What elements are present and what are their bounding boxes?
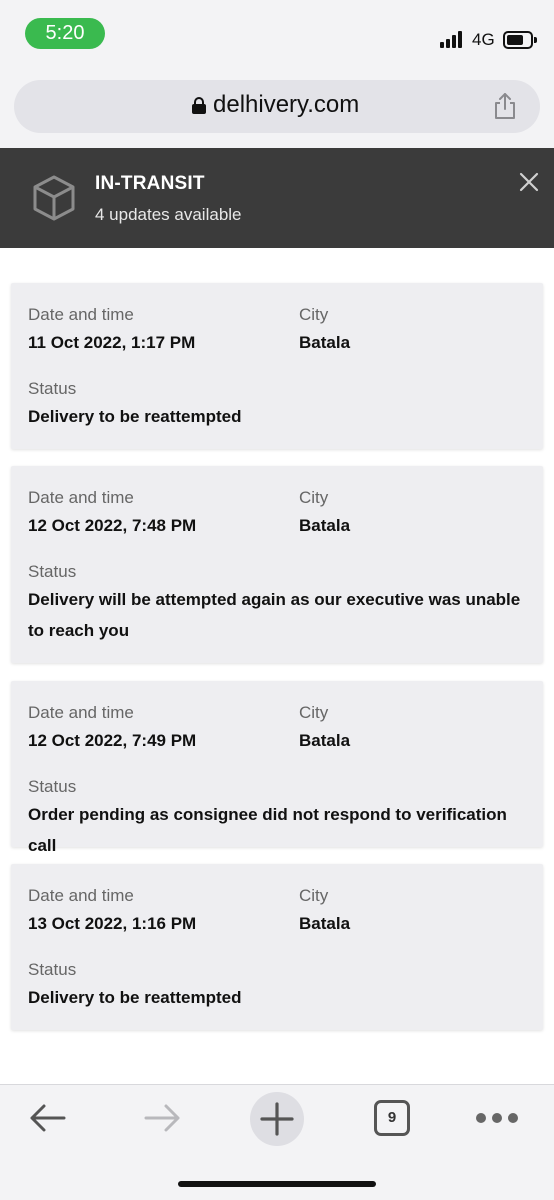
new-tab-button[interactable] (250, 1092, 304, 1146)
share-icon[interactable] (492, 92, 518, 120)
city-value: Batala (299, 914, 351, 933)
city-label: City (299, 703, 329, 722)
city-label: City (299, 488, 329, 507)
date-time-value: 12 Oct 2022, 7:49 PM (28, 731, 197, 750)
close-icon[interactable] (518, 171, 540, 193)
update-card: Date and time City 12 Oct 2022, 7:48 PM … (11, 466, 543, 663)
status-value: Delivery to be reattempted (28, 407, 242, 426)
city-value: Batala (299, 731, 351, 750)
status-label: Status (28, 960, 77, 979)
address-bar[interactable]: delhivery.com (14, 80, 540, 133)
shipment-status-header: IN-TRANSIT 4 updates available (0, 148, 554, 248)
lock-icon (192, 97, 206, 114)
date-time-value: 11 Oct 2022, 1:17 PM (28, 333, 196, 352)
package-box-icon (33, 175, 75, 221)
plus-icon (260, 1102, 294, 1136)
header-title: IN-TRANSIT (95, 173, 205, 194)
more-dots-icon[interactable] (476, 1113, 518, 1123)
date-time-label: Date and time (28, 305, 134, 324)
city-value: Batala (299, 516, 351, 535)
status-label: Status (28, 777, 77, 796)
status-value: Order pending as consignee did not respo… (28, 805, 507, 855)
back-arrow-icon[interactable] (28, 1101, 68, 1135)
browser-toolbar: 9 (0, 1084, 554, 1200)
header-subtitle: 4 updates available (95, 205, 242, 224)
url-text: delhivery.com (213, 91, 360, 118)
date-time-label: Date and time (28, 886, 134, 905)
city-label: City (299, 886, 329, 905)
forward-arrow-icon[interactable] (142, 1101, 182, 1135)
date-time-label: Date and time (28, 703, 134, 722)
status-value: Delivery will be attempted again as our … (28, 590, 521, 640)
date-time-value: 13 Oct 2022, 1:16 PM (28, 914, 197, 933)
date-time-value: 12 Oct 2022, 7:48 PM (28, 516, 197, 535)
update-card: Date and time City 11 Oct 2022, 1:17 PM … (11, 283, 543, 449)
status-value: Delivery to be reattempted (28, 988, 242, 1007)
tracking-updates-list: Date and time City 11 Oct 2022, 1:17 PM … (0, 248, 554, 1084)
status-time: 5:20 (25, 18, 105, 49)
signal-strength-icon (440, 31, 466, 48)
city-value: Batala (299, 333, 351, 352)
update-card: Date and time City 12 Oct 2022, 7:49 PM … (11, 681, 543, 855)
status-label: Status (28, 562, 77, 581)
network-type: 4G (472, 30, 495, 49)
battery-icon (503, 31, 537, 49)
browser-address-area: delhivery.com (0, 62, 554, 148)
home-indicator (178, 1181, 376, 1187)
city-label: City (299, 305, 329, 324)
update-card: Date and time City 13 Oct 2022, 1:16 PM … (11, 864, 543, 1030)
date-time-label: Date and time (28, 488, 134, 507)
status-label: Status (28, 379, 77, 398)
status-bar: 5:20 4G (0, 0, 554, 62)
tabs-icon[interactable]: 9 (374, 1100, 410, 1136)
